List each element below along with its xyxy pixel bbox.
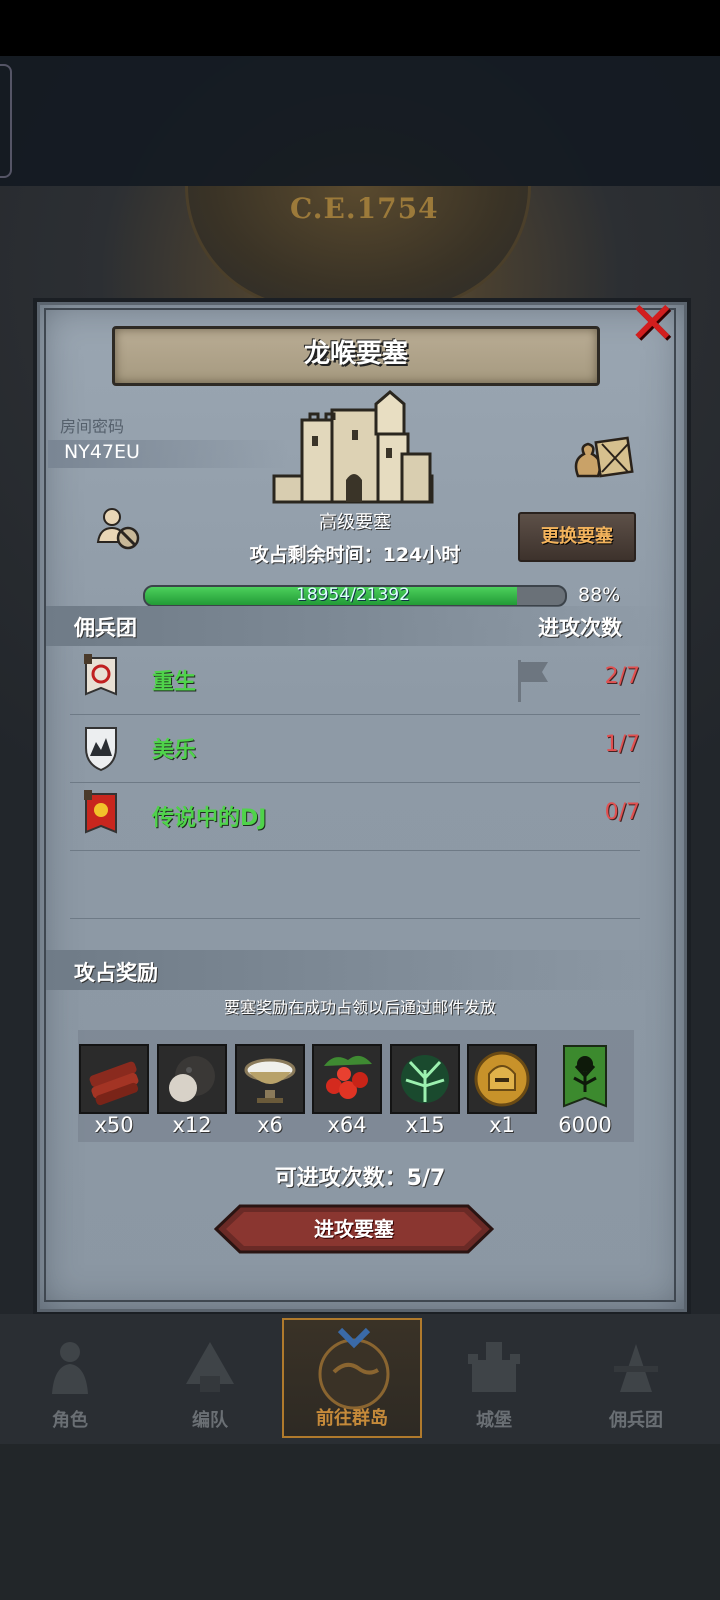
- attack-count-header: 进攻次数: [538, 616, 622, 640]
- reward-qty: 6000: [558, 1113, 612, 1137]
- attack-count: 0/7: [604, 800, 640, 825]
- salt-bowl-icon[interactable]: [235, 1044, 305, 1114]
- nav-tab-castle[interactable]: 城堡: [424, 1318, 564, 1438]
- fortress-grade: 高级要塞: [319, 512, 391, 533]
- siege-progress-percent: 88%: [578, 584, 621, 606]
- bottom-nav-base: [0, 1444, 720, 1600]
- truffle-icon[interactable]: [157, 1044, 227, 1114]
- mercenary-row[interactable]: 美乐 1/7: [70, 714, 640, 783]
- mercenary-header: 佣兵团: [74, 616, 137, 640]
- formation-icon: [186, 1342, 234, 1392]
- banner-red-white-icon: [84, 654, 117, 696]
- attack-fortress-label[interactable]: 进攻要塞: [214, 1204, 494, 1254]
- nav-label: 编队: [192, 1410, 228, 1431]
- berries-icon[interactable]: [312, 1044, 382, 1114]
- banner-sun-icon: [84, 790, 117, 834]
- mercenary-row[interactable]: 传说中的DJ 0/7: [70, 782, 640, 851]
- castle-icon: [468, 1342, 520, 1392]
- nav-label: 角色: [52, 1410, 88, 1431]
- modal-title: 龙喉要塞: [303, 339, 408, 369]
- wood-logs-icon[interactable]: [79, 1044, 149, 1114]
- knight-icon: [52, 1342, 88, 1394]
- globe-icon: [318, 1327, 390, 1410]
- green-tree-spirit-icon[interactable]: [390, 1044, 460, 1114]
- mercenary-name: 传说中的DJ: [152, 806, 267, 831]
- era-label: C.E.1754: [290, 192, 439, 225]
- top-band: [0, 56, 720, 186]
- attack-count: 2/7: [604, 664, 640, 689]
- nav-label: 佣兵团: [609, 1410, 663, 1431]
- room-code-label: 房间密码: [60, 417, 125, 436]
- reward-qty: x64: [327, 1113, 367, 1137]
- mercenary-row[interactable]: 重生 2/7: [70, 646, 640, 715]
- swap-fortress-button[interactable]: 更换要塞: [518, 512, 636, 562]
- reward-qty: x50: [94, 1113, 134, 1137]
- reward-qty: x15: [405, 1113, 445, 1137]
- occupy-timer: 攻占剩余时间：124小时: [249, 544, 461, 566]
- nav-tab-islands[interactable]: 前往群岛: [282, 1318, 422, 1438]
- nav-tab-mercenary[interactable]: 佣兵团: [566, 1318, 706, 1438]
- reward-note: 要塞奖励在成功占领以后通过邮件发放: [223, 998, 496, 1017]
- status-bar: [0, 0, 720, 56]
- siege-progress-text: 18954/21392: [296, 585, 410, 605]
- flag-icon: [518, 660, 548, 702]
- nav-label: 城堡: [476, 1410, 512, 1431]
- attacks-remaining: 可进攻次数：5/7: [274, 1166, 446, 1191]
- tree-banner-icon[interactable]: [562, 1044, 608, 1112]
- mercenary-name: 重生: [152, 670, 197, 695]
- nav-tab-character[interactable]: 角色: [0, 1318, 140, 1438]
- fortress-castle-icon: [272, 390, 434, 504]
- reward-qty: x6: [257, 1113, 283, 1137]
- attack-count: 1/7: [604, 732, 640, 757]
- mercenary-row-empty: [70, 850, 640, 919]
- reward-qty: x1: [489, 1113, 515, 1137]
- side-tab-handle[interactable]: [0, 64, 12, 178]
- nav-label: 前往群岛: [316, 1408, 388, 1429]
- shield-mountain-icon: [85, 727, 117, 772]
- loot-bag-icon[interactable]: [572, 432, 634, 478]
- reward-header: 攻占奖励: [74, 961, 158, 985]
- mercenary-icon: [614, 1344, 658, 1392]
- mercenary-name: 美乐: [152, 738, 197, 763]
- reward-qty: x12: [172, 1113, 212, 1137]
- room-code-value[interactable]: NY47EU: [64, 441, 140, 463]
- no-members-icon[interactable]: [94, 504, 142, 552]
- close-icon[interactable]: ✕: [628, 294, 677, 352]
- nav-tab-formation[interactable]: 编队: [140, 1318, 280, 1438]
- golden-helmet-icon[interactable]: [467, 1044, 537, 1114]
